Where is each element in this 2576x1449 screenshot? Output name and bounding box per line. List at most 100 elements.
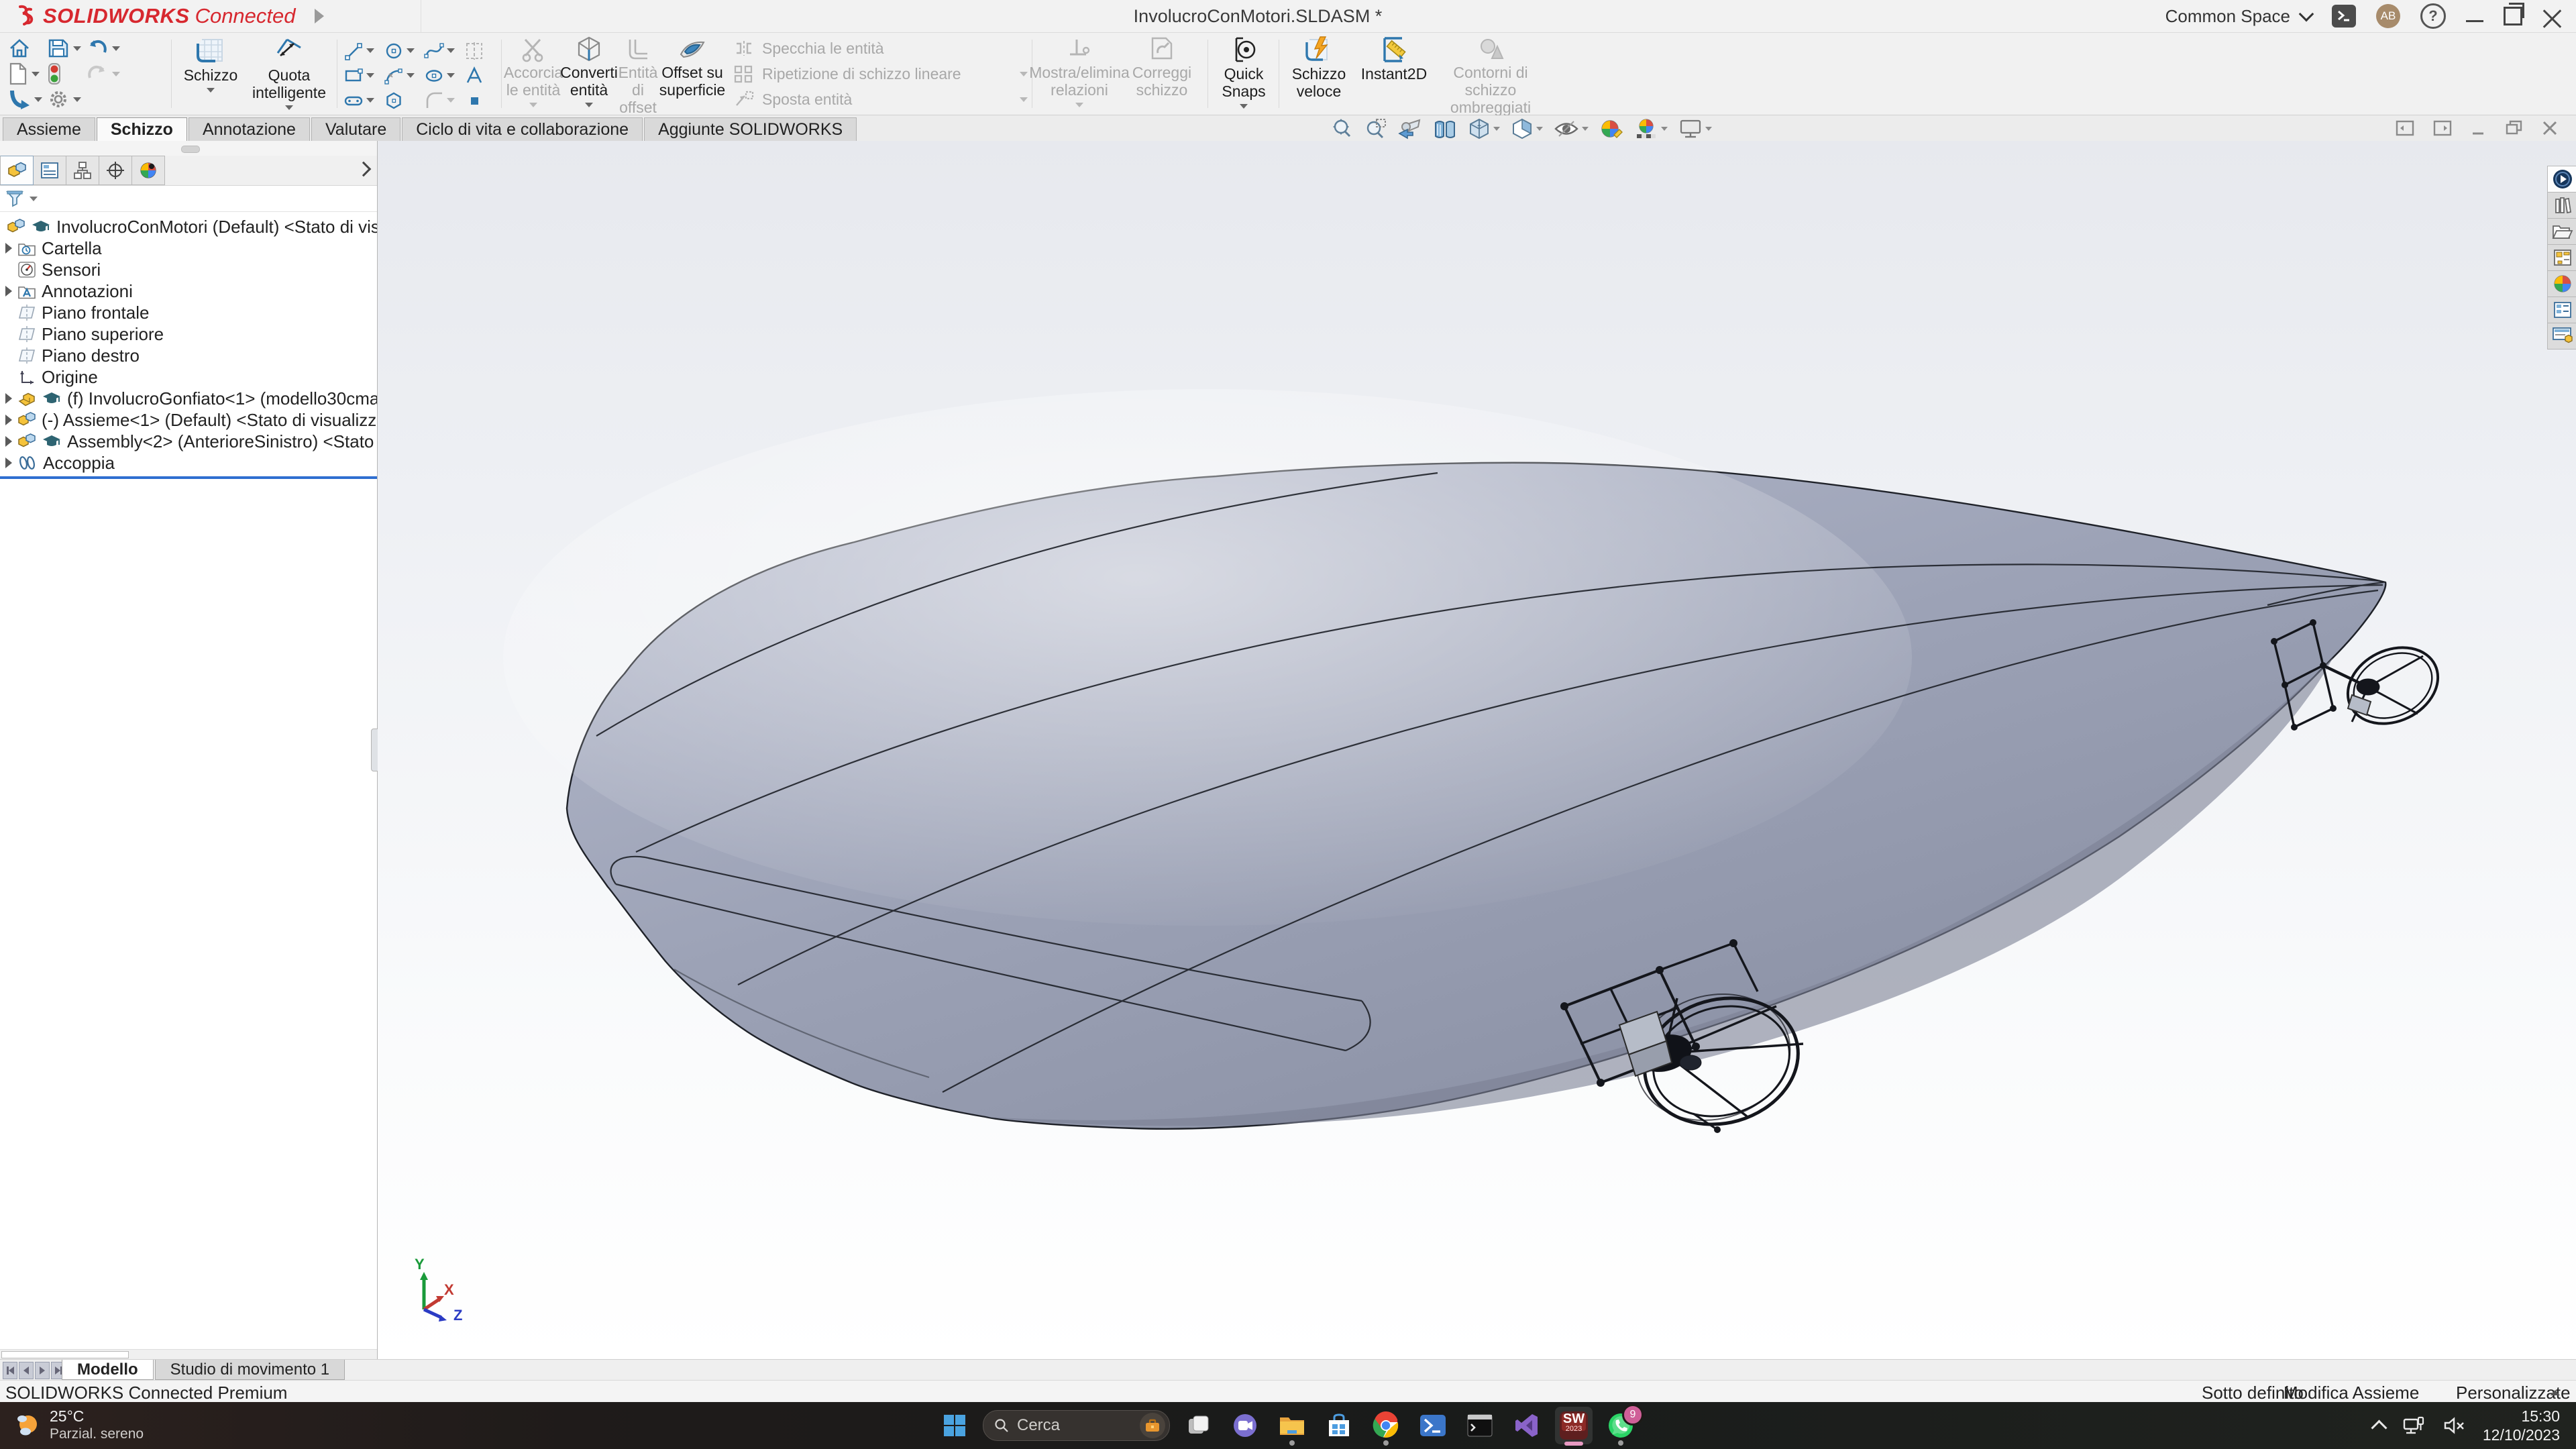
- appearances-button[interactable]: [2547, 271, 2576, 297]
- line-dropdown-icon[interactable]: [366, 48, 374, 53]
- tree-item-assembly2[interactable]: Assembly<2> (AnterioreSinistro) <Stato d…: [0, 431, 377, 452]
- tab-assieme[interactable]: Assieme: [3, 117, 95, 141]
- flyout-arrow-icon[interactable]: [311, 6, 328, 26]
- view-palette-button[interactable]: [2547, 245, 2576, 271]
- file-explorer-button[interactable]: [1273, 1407, 1311, 1444]
- arc-dropdown-icon[interactable]: [407, 73, 415, 78]
- undo-dropdown-icon[interactable]: [112, 46, 120, 51]
- smart-dimension-button[interactable]: Quota intelligente: [250, 36, 329, 110]
- tree-item-accoppia[interactable]: Accoppia: [0, 452, 377, 474]
- panel-hscrollbar[interactable]: [0, 1349, 377, 1359]
- instant2d-button[interactable]: Instant2D: [1356, 36, 1432, 83]
- sketch-dropdown-icon[interactable]: [207, 88, 215, 93]
- rectangle-dropdown-icon[interactable]: [366, 73, 374, 78]
- options-dropdown-icon[interactable]: [73, 97, 81, 102]
- tray-expand-icon[interactable]: [2371, 1419, 2387, 1436]
- tree-item-origine[interactable]: Origine: [0, 366, 377, 388]
- expand-arrow-icon[interactable]: [0, 458, 17, 468]
- tree-item-piano-frontale[interactable]: Piano frontale: [0, 302, 377, 323]
- graphics-viewport[interactable]: Y X Z: [378, 141, 2576, 1359]
- doc-minimize-icon[interactable]: [2470, 119, 2487, 137]
- tab-aggiunte-solidworks[interactable]: Aggiunte SOLIDWORKS: [644, 117, 857, 141]
- tree-item-annotazioni[interactable]: Annotazioni: [0, 280, 377, 302]
- tab-annotazione[interactable]: Annotazione: [189, 117, 310, 141]
- console-icon[interactable]: [2332, 5, 2356, 28]
- tree-item-cartella[interactable]: Cartella: [0, 237, 377, 259]
- convert-entities-button[interactable]: Converti entità: [561, 36, 617, 107]
- dock-right-icon[interactable]: [2432, 119, 2453, 137]
- tab-configuration-manager[interactable]: [66, 156, 99, 185]
- minimize-button[interactable]: [2466, 20, 2483, 22]
- options-gear-button[interactable]: [47, 88, 86, 111]
- undo-button[interactable]: [86, 38, 127, 59]
- splitter-pill[interactable]: [181, 146, 200, 153]
- arc-tool[interactable]: [384, 66, 424, 86]
- rebuild-traffic-light-icon[interactable]: [47, 62, 86, 85]
- rollback-bar[interactable]: [0, 476, 377, 479]
- zoom-area-icon[interactable]: [1364, 117, 1387, 140]
- display-style-button[interactable]: [1511, 117, 1543, 140]
- whatsapp-button[interactable]: 9: [1602, 1407, 1640, 1444]
- share-arrow-button[interactable]: [8, 88, 47, 111]
- powershell-button[interactable]: [1414, 1407, 1452, 1444]
- task-view-button[interactable]: [1179, 1407, 1217, 1444]
- network-icon[interactable]: [2402, 1415, 2425, 1436]
- tree-filter[interactable]: [0, 186, 377, 212]
- restore-button[interactable]: [2504, 7, 2522, 25]
- line-tool[interactable]: [343, 41, 384, 61]
- expand-arrow-icon[interactable]: [0, 393, 17, 404]
- section-view-icon[interactable]: [1433, 117, 1457, 140]
- clipchamp-button[interactable]: [1226, 1407, 1264, 1444]
- circle-tool[interactable]: [384, 41, 424, 61]
- zoom-fit-icon[interactable]: [1331, 117, 1354, 140]
- save-dropdown-icon[interactable]: [73, 46, 81, 51]
- doc-restore-icon[interactable]: [2505, 119, 2524, 137]
- apply-scene-button[interactable]: [1634, 117, 1668, 140]
- quick-snaps-button[interactable]: Quick Snaps: [1216, 36, 1272, 109]
- tab-valutare[interactable]: Valutare: [311, 117, 400, 141]
- slot-tool[interactable]: [343, 91, 384, 111]
- chrome-button[interactable]: [1367, 1407, 1405, 1444]
- tree-item-piano-superiore[interactable]: Piano superiore: [0, 323, 377, 345]
- previous-view-icon[interactable]: [1398, 117, 1422, 140]
- tab-studio-di-movimento[interactable]: Studio di movimento 1: [155, 1360, 345, 1380]
- taskbar-search[interactable]: [983, 1410, 1170, 1441]
- circle-dropdown-icon[interactable]: [407, 48, 415, 53]
- smart-dimension-dropdown-icon[interactable]: [285, 105, 293, 110]
- new-document-button[interactable]: [8, 62, 47, 85]
- document-preview-button[interactable]: [2547, 323, 2576, 350]
- tree-item-sensori[interactable]: Sensori: [0, 259, 377, 280]
- 3dexperience-resources-button[interactable]: [2547, 166, 2576, 193]
- doc-close-icon[interactable]: [2541, 119, 2559, 137]
- view-settings-button[interactable]: [1678, 118, 1712, 140]
- tab-dimxpert[interactable]: [99, 156, 132, 185]
- polygon-tool[interactable]: [384, 91, 424, 111]
- expand-arrow-icon[interactable]: [0, 243, 17, 254]
- tree-item-involucrogonfiato[interactable]: (f) InvolucroGonfiato<1> (modello30cmaAr…: [0, 388, 377, 409]
- rectangle-tool[interactable]: [343, 66, 384, 86]
- slot-dropdown-icon[interactable]: [366, 98, 374, 103]
- tab-prev-button[interactable]: [19, 1362, 34, 1379]
- view-orientation-button[interactable]: [1468, 117, 1500, 140]
- quick-snaps-dropdown-icon[interactable]: [1240, 104, 1248, 109]
- workspace-selector[interactable]: Common Space: [2165, 6, 2312, 27]
- convert-dropdown-icon[interactable]: [585, 103, 593, 107]
- ellipse-tool[interactable]: [424, 66, 464, 86]
- expand-arrow-icon[interactable]: [0, 286, 17, 297]
- close-button[interactable]: [2542, 7, 2561, 25]
- tab-modello[interactable]: Modello: [62, 1360, 154, 1380]
- file-explorer-pane-button[interactable]: [2547, 219, 2576, 245]
- expand-arrow-icon[interactable]: [0, 436, 17, 447]
- custom-properties-button[interactable]: [2547, 297, 2576, 323]
- new-dropdown-icon[interactable]: [32, 72, 40, 76]
- edit-appearance-icon[interactable]: [1599, 117, 1623, 140]
- help-icon[interactable]: ?: [2420, 3, 2446, 29]
- tab-display-manager[interactable]: [132, 156, 165, 185]
- tab-next-button[interactable]: [35, 1362, 50, 1379]
- design-library-button[interactable]: [2547, 193, 2576, 219]
- scroll-thumb[interactable]: [1, 1351, 129, 1358]
- start-button[interactable]: [936, 1407, 973, 1444]
- dock-left-icon[interactable]: [2395, 119, 2415, 137]
- search-highlight-icon[interactable]: [1140, 1413, 1165, 1438]
- point-tool[interactable]: [464, 91, 503, 111]
